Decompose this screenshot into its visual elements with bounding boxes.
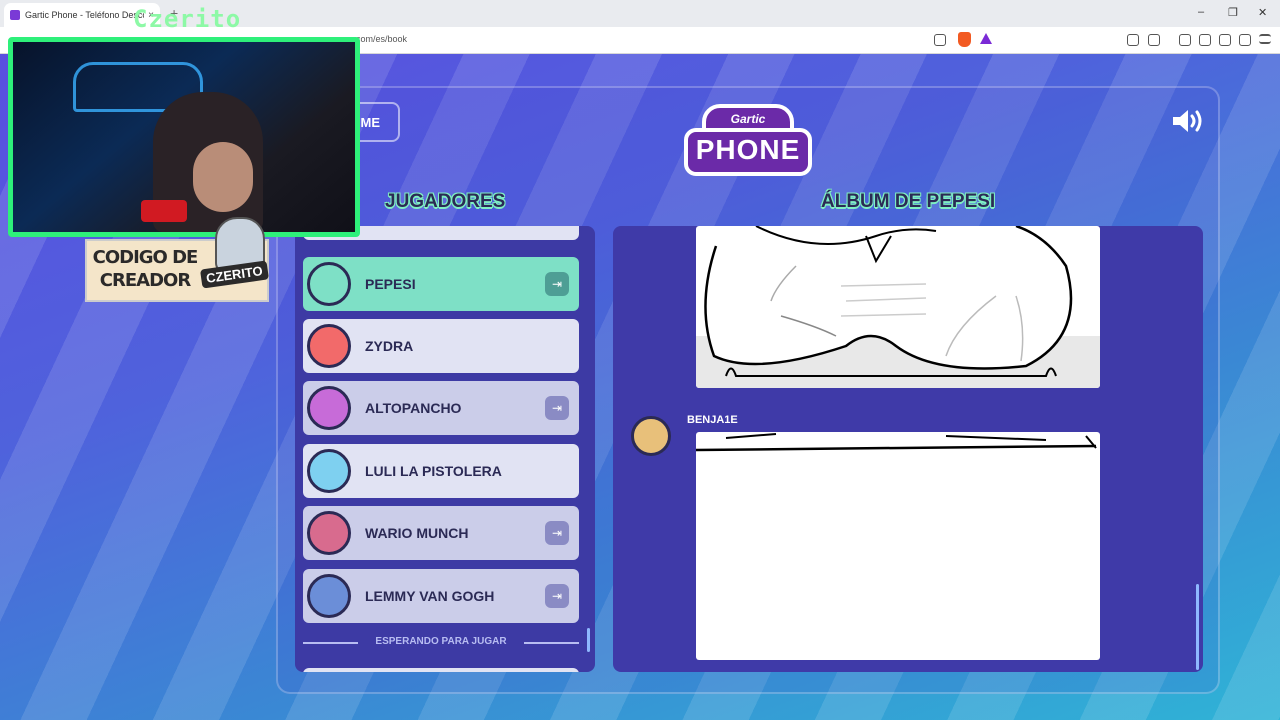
- webcam-overlay: [8, 37, 360, 237]
- player-avatar: [307, 324, 351, 368]
- kick-player-icon[interactable]: ⇥: [545, 521, 569, 545]
- player-avatar: [307, 574, 351, 618]
- sidebar-icon[interactable]: [1179, 34, 1191, 46]
- streamer-name: Czerito: [133, 5, 242, 33]
- player-row: WARIO MUNCH ⇥: [303, 506, 579, 560]
- player-name: LEMMY VAN GOGH: [365, 588, 495, 604]
- creator-code-label: CODIGO DE CREADOR: [92, 247, 199, 291]
- creator-code-badge: CZERITO: [200, 260, 269, 289]
- drawing-sketch: [696, 433, 1097, 452]
- kick-player-icon[interactable]: ⇥: [545, 584, 569, 608]
- player-row-partial: [303, 668, 579, 672]
- vpn-icon[interactable]: [1239, 34, 1251, 46]
- waiting-divider: ESPERANDO PARA JUGAR: [303, 636, 579, 647]
- player-name: LULI LA PISTOLERA: [365, 463, 502, 479]
- extensions-icon[interactable]: [1127, 34, 1139, 46]
- drawing-canvas: [696, 226, 1100, 388]
- wallet-icon[interactable]: [1199, 34, 1211, 46]
- player-name: ALTOPANCHO: [365, 400, 462, 416]
- album-title: ÁLBUM DE PEPESI: [821, 191, 996, 212]
- player-avatar: [307, 262, 351, 306]
- player-name: PEPESI: [365, 276, 416, 292]
- gartic-phone-logo: Gartic PHONE: [684, 102, 812, 180]
- speaker-icon[interactable]: [1171, 108, 1205, 134]
- brave-rewards-icon[interactable]: [980, 33, 992, 44]
- brave-shields-icon[interactable]: [958, 32, 971, 47]
- menu-icon[interactable]: [1259, 34, 1271, 44]
- player-row: LULI LA PISTOLERA: [303, 444, 579, 498]
- player-row: LEMMY VAN GOGH ⇥: [303, 569, 579, 623]
- close-window-icon[interactable]: ✕: [1258, 6, 1267, 19]
- leo-ai-icon[interactable]: [1219, 34, 1231, 46]
- creator-code-card: CODIGO DE CREADOR CZERITO: [85, 217, 269, 302]
- kick-player-icon[interactable]: ⇥: [545, 272, 569, 296]
- player-name: WARIO MUNCH: [365, 525, 469, 541]
- player-avatar: [307, 511, 351, 555]
- players-panel: PEPESI ⇥ ZYDRA ALTOPANCHO ⇥ LULI LA PISTOLERA…: [295, 226, 595, 672]
- logo-top-text: Gartic: [730, 112, 766, 126]
- gartic-favicon-icon: [10, 10, 20, 20]
- microphone: [141, 200, 187, 222]
- player-row: ALTOPANCHO ⇥: [303, 381, 579, 435]
- author-avatar: [631, 416, 671, 456]
- drawing-canvas: [696, 432, 1100, 660]
- players-title: JUGADORES: [385, 191, 506, 212]
- share-icon[interactable]: [934, 34, 946, 46]
- album-panel: BENJA1E: [613, 226, 1203, 672]
- player-avatar: [307, 386, 351, 430]
- tab-title: Gartic Phone - Teléfono Descor: [25, 10, 145, 20]
- player-row: ZYDRA: [303, 319, 579, 373]
- address-bar[interactable]: com/es/book: [356, 34, 407, 44]
- album-scrollbar[interactable]: [1196, 584, 1199, 670]
- author-name: BENJA1E: [687, 414, 738, 426]
- drawing-sketch: [696, 226, 1100, 388]
- player-name: ZYDRA: [365, 338, 414, 354]
- screenshot-icon[interactable]: [1148, 34, 1160, 46]
- player-row: PEPESI ⇥: [303, 257, 579, 311]
- kick-player-icon[interactable]: ⇥: [545, 396, 569, 420]
- minimize-icon[interactable]: –: [1198, 6, 1204, 18]
- logo-main-text: PHONE: [695, 134, 801, 165]
- players-scrollbar[interactable]: [587, 628, 590, 652]
- player-avatar: [307, 449, 351, 493]
- restore-icon[interactable]: ❐: [1228, 6, 1238, 19]
